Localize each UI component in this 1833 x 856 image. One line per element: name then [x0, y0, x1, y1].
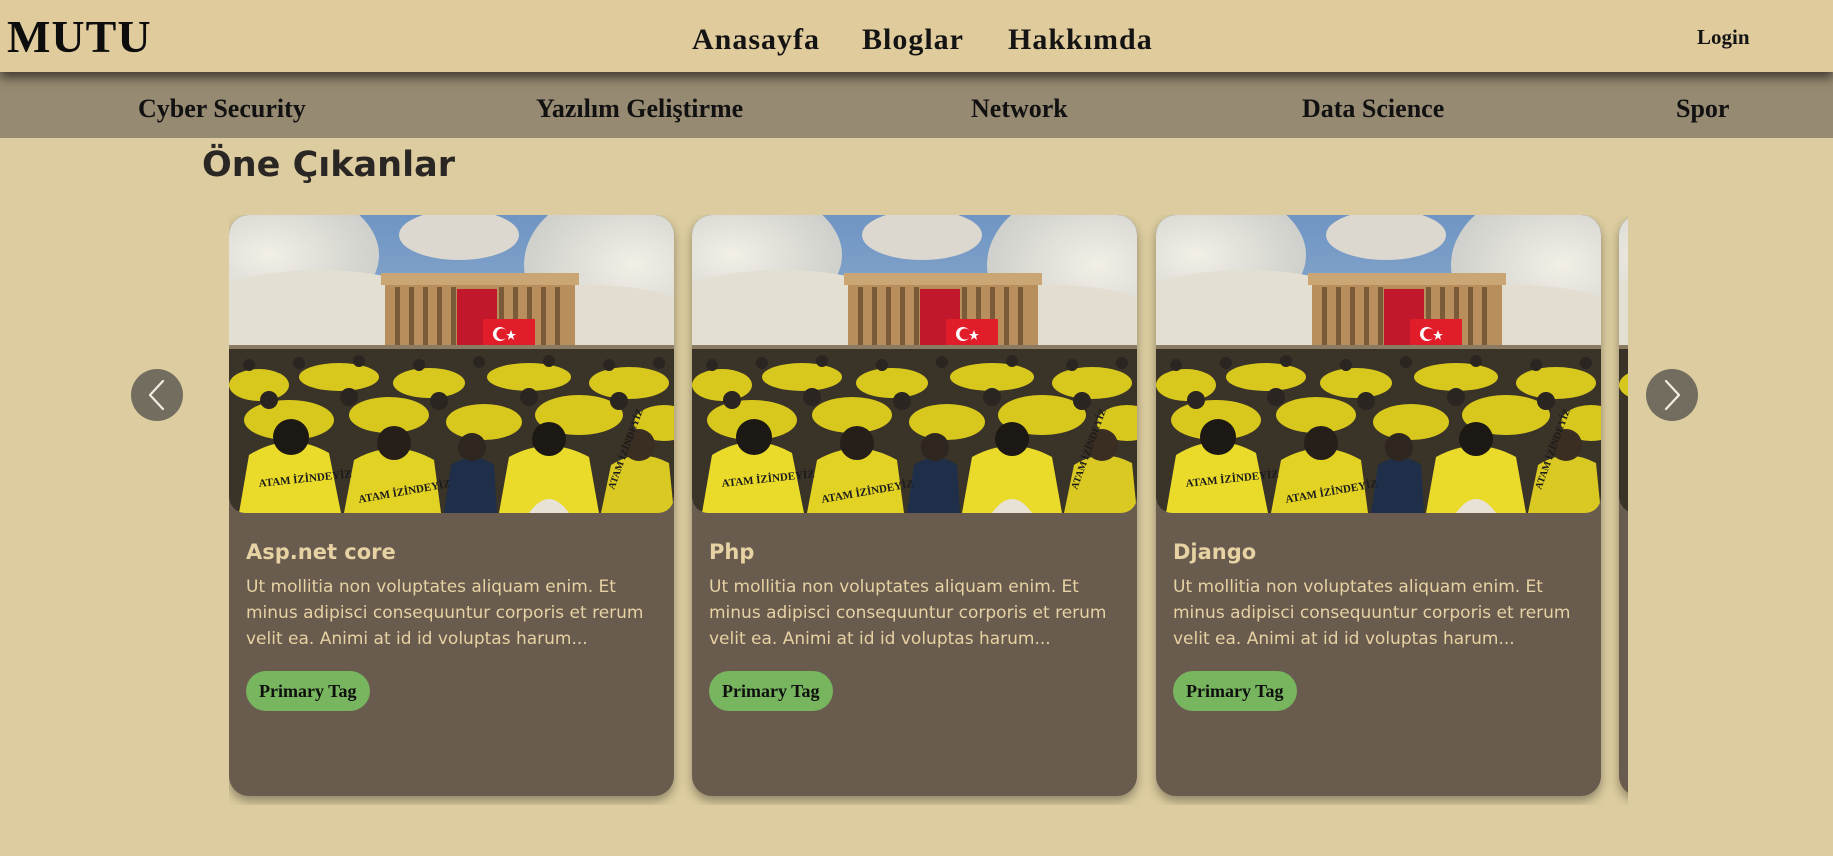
nav-item-anasayfa[interactable]: Anasayfa [692, 20, 820, 59]
featured-carousel: Asp.net core Ut mollitia non voluptates … [229, 215, 1628, 805]
card-image [1619, 215, 1628, 513]
card-image [229, 215, 674, 513]
category-spor[interactable]: Spor [1676, 96, 1729, 122]
primary-tag[interactable]: Primary Tag [709, 671, 833, 711]
primary-tag[interactable]: Primary Tag [246, 671, 370, 711]
main-nav: Anasayfa Bloglar Hakkımda [0, 20, 1833, 60]
carousel-next-button[interactable] [1646, 369, 1698, 421]
chevron-left-icon [148, 379, 165, 411]
carousel-prev-button[interactable] [131, 369, 183, 421]
card-title[interactable]: Php [709, 540, 754, 565]
card-description: Ut mollitia non voluptates aliquam enim.… [709, 577, 1107, 649]
nav-item-hakkimda[interactable]: Hakkımda [1008, 20, 1153, 59]
category-bar: Cyber Security Yazılım Geliştirme Networ… [0, 72, 1833, 138]
category-data-science[interactable]: Data Science [1302, 96, 1444, 122]
chevron-right-icon [1664, 379, 1681, 411]
card-description: Ut mollitia non voluptates aliquam enim.… [246, 577, 644, 649]
blog-card[interactable]: Php Ut mollitia non voluptates aliquam e… [692, 215, 1137, 796]
primary-tag[interactable]: Primary Tag [1173, 671, 1297, 711]
card-image [1156, 215, 1601, 513]
blog-card-partial[interactable] [1619, 215, 1628, 796]
card-image [692, 215, 1137, 513]
card-title[interactable]: Django [1173, 540, 1256, 565]
login-link[interactable]: Login [1697, 27, 1750, 48]
card-description: Ut mollitia non voluptates aliquam enim.… [1173, 577, 1571, 649]
section-title-featured: Öne Çıkanlar [202, 145, 455, 185]
category-yazilim-gelistirme[interactable]: Yazılım Geliştirme [536, 96, 743, 122]
top-navbar: MUTU Anasayfa Bloglar Hakkımda Login [0, 0, 1833, 72]
category-cyber-security[interactable]: Cyber Security [138, 96, 306, 122]
nav-item-bloglar[interactable]: Bloglar [862, 20, 964, 59]
blog-card[interactable]: Asp.net core Ut mollitia non voluptates … [229, 215, 674, 796]
category-network[interactable]: Network [971, 96, 1068, 122]
card-title[interactable]: Asp.net core [246, 540, 396, 565]
blog-card[interactable]: Django Ut mollitia non voluptates aliqua… [1156, 215, 1601, 796]
